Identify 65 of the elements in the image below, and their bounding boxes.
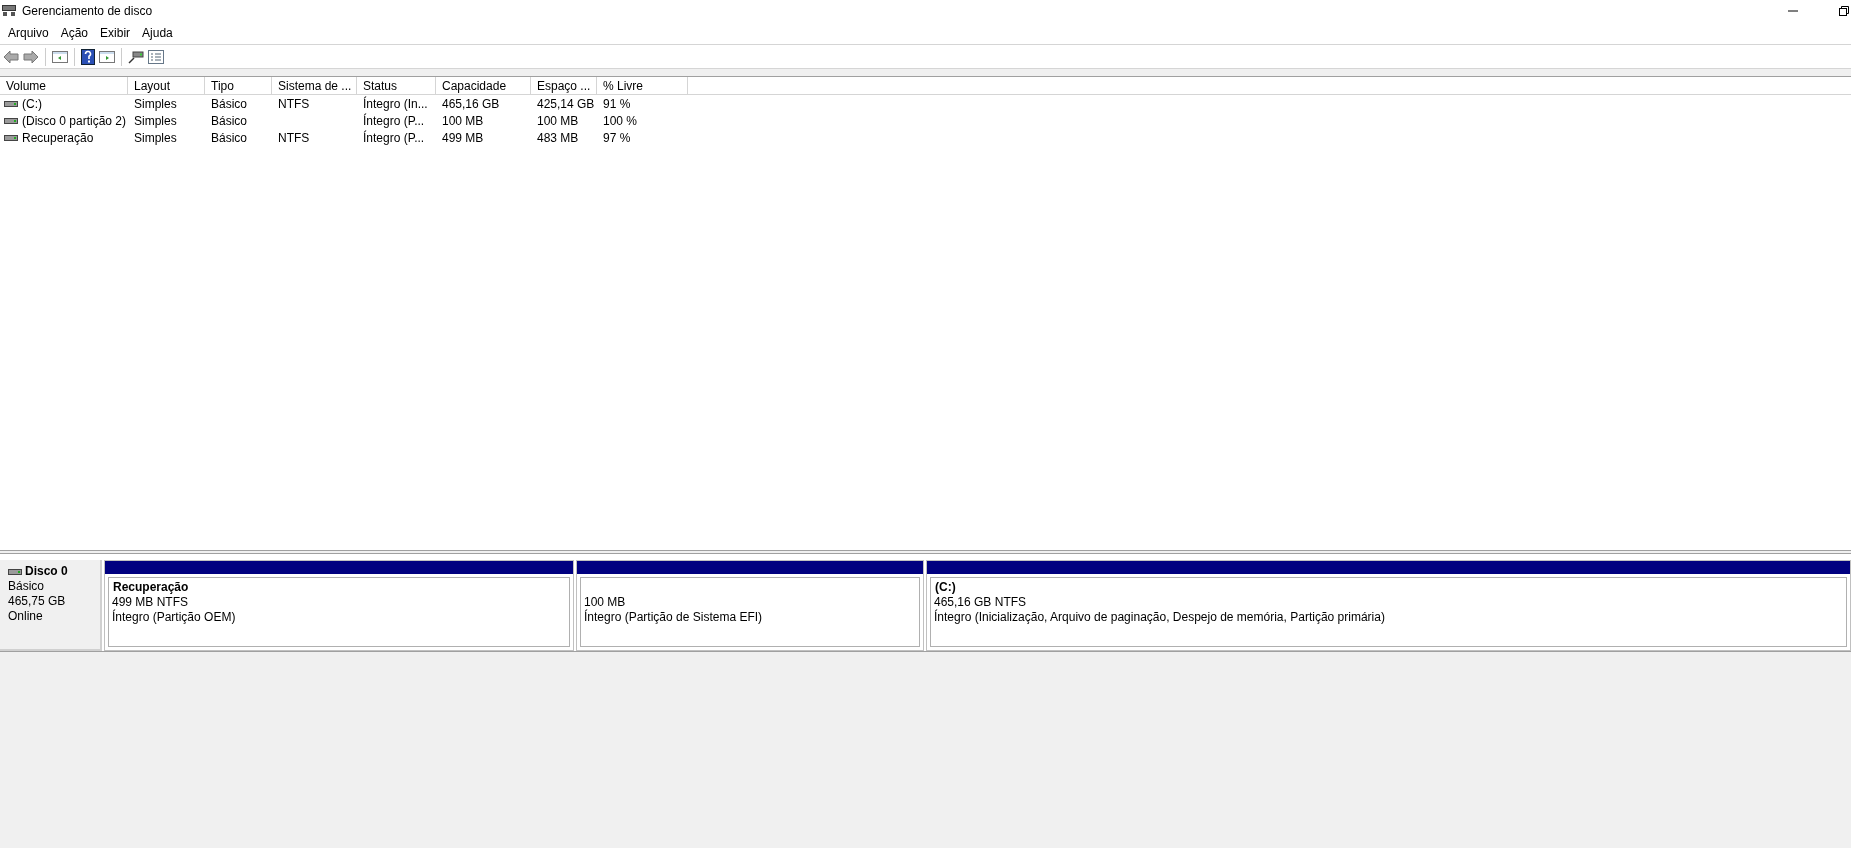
table-cell-text: 100 % bbox=[603, 112, 638, 130]
menu-item[interactable]: Ação bbox=[54, 24, 95, 42]
help-icon[interactable] bbox=[81, 48, 95, 65]
partition-status: Íntegro (Partição OEM) bbox=[112, 610, 237, 625]
table-cell-text: Simples bbox=[134, 112, 177, 130]
column-header[interactable]: Tipo bbox=[205, 77, 272, 94]
partition-block[interactable]: (C:) 465,16 GB NTFS Íntegro (Inicialização, Arquivo de paginação, Despejo de memória, Partição primária) bbox=[926, 560, 1851, 651]
table-cell-text: 499 MB bbox=[442, 129, 484, 147]
partition-size: 100 MB bbox=[584, 595, 627, 609]
table-cell-text: Básico bbox=[211, 112, 248, 130]
column-header[interactable]: % Livre bbox=[597, 77, 688, 94]
panel-icon[interactable] bbox=[52, 49, 68, 64]
table-cell-text: Simples bbox=[134, 95, 177, 113]
window-title: Gerenciamento de disco bbox=[22, 3, 153, 20]
table-cell-text: 483 MB bbox=[537, 129, 579, 147]
disk-type: Básico bbox=[8, 579, 46, 594]
disk-name: Disco 0 bbox=[25, 564, 68, 579]
disk-search-icon[interactable] bbox=[128, 49, 144, 64]
back-arrow-icon[interactable] bbox=[3, 49, 19, 64]
column-header[interactable]: Espaço ... bbox=[531, 77, 597, 94]
table-cell-text: Recuperação bbox=[22, 129, 94, 147]
partition-status: Íntegro (Partição de Sistema EFI) bbox=[584, 610, 764, 625]
partition-block[interactable]: 100 MB Íntegro (Partição de Sistema EFI) bbox=[576, 560, 924, 651]
column-header[interactable]: Volume bbox=[0, 77, 128, 94]
partition-block[interactable]: Recuperação 499 MB NTFS Íntegro (Partição OEM) bbox=[104, 560, 574, 651]
drive-icon bbox=[4, 99, 18, 108]
partition-title: Recuperação bbox=[112, 580, 190, 595]
table-cell-text: (Disco 0 partição 2) bbox=[22, 112, 127, 130]
partition-title: (C:) bbox=[934, 580, 957, 595]
disk-state: Online bbox=[8, 609, 44, 624]
partition-size: 499 MB NTFS bbox=[112, 595, 190, 609]
panel-icon[interactable] bbox=[99, 49, 115, 64]
column-header[interactable]: Layout bbox=[128, 77, 205, 94]
table-cell-text: 100 MB bbox=[537, 112, 579, 130]
table-cell-text: 97 % bbox=[603, 129, 631, 147]
menu-item[interactable]: Arquivo bbox=[2, 24, 55, 42]
table-cell-text: Básico bbox=[211, 129, 248, 147]
partition-size: 465,16 GB NTFS bbox=[934, 595, 1028, 609]
table-cell-text: 425,14 GB bbox=[537, 95, 595, 113]
app-icon bbox=[2, 5, 16, 17]
table-cell-text: 465,16 GB bbox=[442, 95, 500, 113]
column-header[interactable]: Capacidade bbox=[436, 77, 531, 94]
table-cell-text: Íntegro (P... bbox=[363, 112, 425, 130]
restore-icon[interactable] bbox=[1839, 6, 1849, 16]
forward-arrow-icon[interactable] bbox=[23, 49, 39, 64]
table-cell-text: Simples bbox=[134, 129, 177, 147]
menu-item[interactable]: Ajuda bbox=[136, 24, 179, 42]
table-cell-text: Íntegro (P... bbox=[363, 129, 425, 147]
column-header[interactable]: Status bbox=[357, 77, 436, 94]
partition-status: Íntegro (Inicialização, Arquivo de paginação, Despejo de memória, Partição primária) bbox=[934, 610, 1386, 625]
table-cell-text: NTFS bbox=[278, 129, 310, 147]
table-cell-text: 91 % bbox=[603, 95, 631, 113]
menu-item[interactable]: Exibir bbox=[94, 24, 137, 42]
table-cell-text: 100 MB bbox=[442, 112, 484, 130]
table-cell-text: Íntegro (In... bbox=[363, 95, 428, 113]
properties-icon[interactable] bbox=[148, 49, 164, 64]
table-cell-text: Básico bbox=[211, 95, 248, 113]
table-cell-text: (C:) bbox=[22, 95, 42, 113]
drive-icon bbox=[4, 116, 18, 125]
disk-size: 465,75 GB bbox=[8, 594, 67, 609]
drive-icon bbox=[4, 133, 18, 142]
table-cell-text: NTFS bbox=[278, 95, 310, 113]
drive-icon bbox=[8, 567, 22, 576]
disk-info-panel[interactable]: Disco 0 Básico 465,75 GB Online bbox=[0, 560, 102, 651]
column-header[interactable]: Sistema de ... bbox=[272, 77, 357, 94]
